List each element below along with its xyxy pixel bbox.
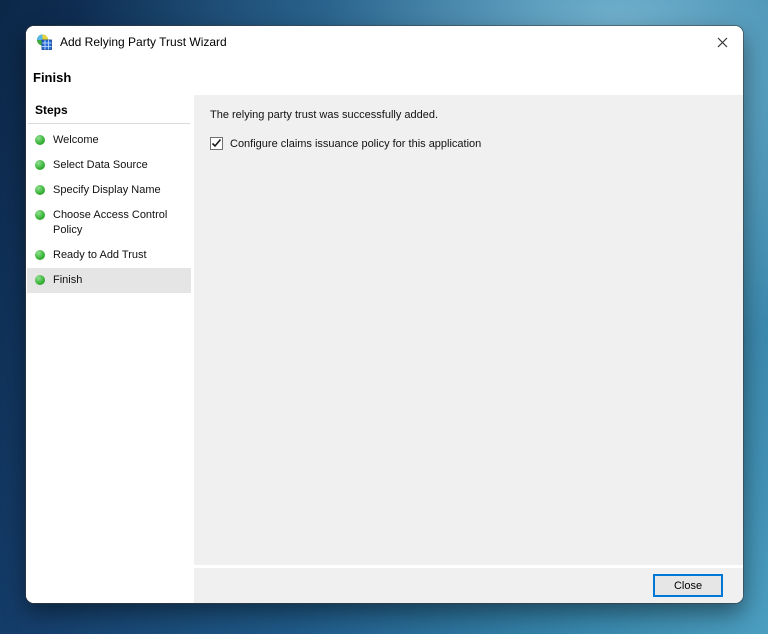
step-completed-icon <box>35 275 45 285</box>
step-completed-icon <box>35 250 45 260</box>
step-item-welcome[interactable]: Welcome <box>27 128 191 153</box>
close-button[interactable]: Close <box>653 574 723 597</box>
checkbox-label: Configure claims issuance policy for thi… <box>230 138 481 150</box>
steps-sidebar: Steps Welcome Select Data Source Specify… <box>26 95 192 603</box>
step-item-select-data-source[interactable]: Select Data Source <box>27 153 191 178</box>
main-panel: The relying party trust was successfully… <box>194 95 743 565</box>
step-completed-icon <box>35 135 45 145</box>
step-label: Choose Access Control Policy <box>53 208 187 238</box>
step-label: Specify Display Name <box>53 183 161 198</box>
window-title: Add Relying Party Trust Wizard <box>60 35 227 49</box>
configure-claims-checkbox-row[interactable]: Configure claims issuance policy for thi… <box>210 137 727 150</box>
step-label: Finish <box>53 273 82 288</box>
checkbox-icon[interactable] <box>210 137 223 150</box>
window-close-button[interactable] <box>701 27 743 57</box>
step-label: Ready to Add Trust <box>53 248 147 263</box>
content-row: Steps Welcome Select Data Source Specify… <box>26 95 743 603</box>
step-label: Select Data Source <box>53 158 148 173</box>
steps-header: Steps <box>28 103 190 124</box>
adfs-wizard-icon <box>36 34 52 50</box>
step-item-specify-display-name[interactable]: Specify Display Name <box>27 178 191 203</box>
step-item-choose-access-control-policy[interactable]: Choose Access Control Policy <box>27 203 191 243</box>
step-item-ready-to-add-trust[interactable]: Ready to Add Trust <box>27 243 191 268</box>
step-completed-icon <box>35 210 45 220</box>
wizard-dialog: Add Relying Party Trust Wizard Finish St… <box>26 26 743 603</box>
titlebar: Add Relying Party Trust Wizard <box>26 26 743 58</box>
right-column: The relying party trust was successfully… <box>194 95 743 603</box>
steps-list: Welcome Select Data Source Specify Displ… <box>26 128 192 293</box>
step-completed-icon <box>35 160 45 170</box>
step-completed-icon <box>35 185 45 195</box>
step-item-finish[interactable]: Finish <box>27 268 191 293</box>
step-label: Welcome <box>53 133 99 148</box>
footer-bar: Close <box>194 568 743 603</box>
page-title: Finish <box>26 58 743 95</box>
status-text: The relying party trust was successfully… <box>210 109 727 121</box>
